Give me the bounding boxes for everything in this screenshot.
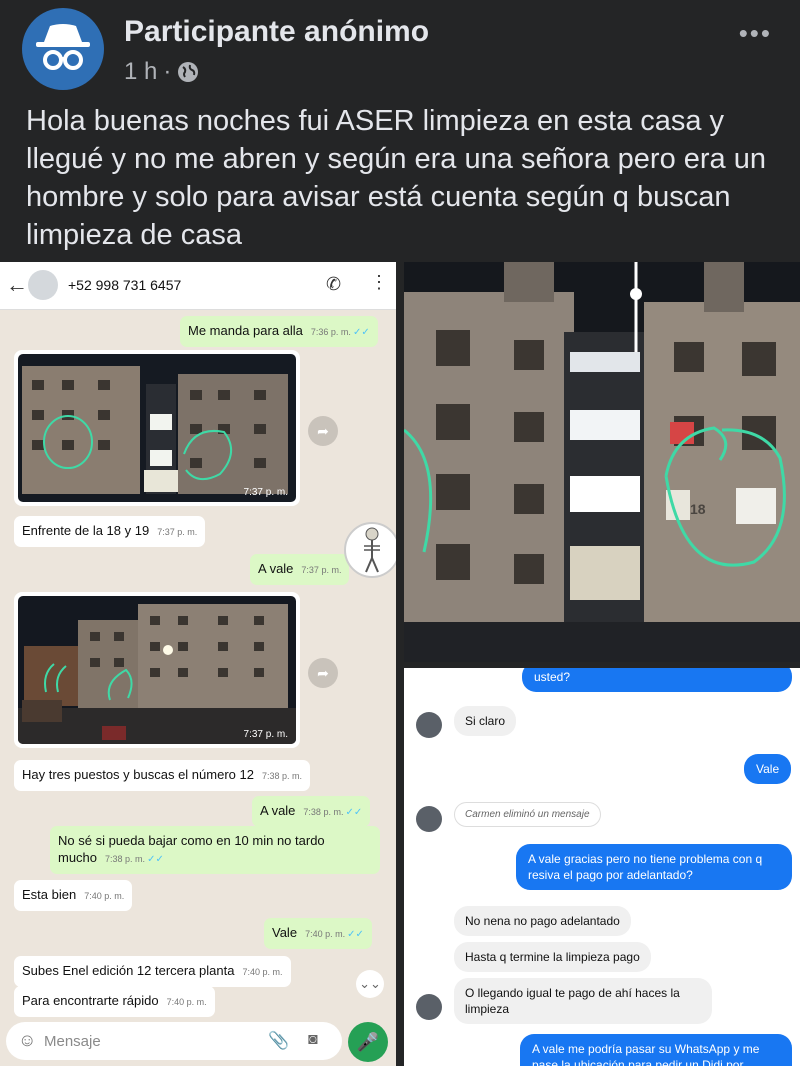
message-in: O llegando igual te pago de ahí haces la… [454,978,712,1024]
message-out: No sé si pueda bajar como en 10 min no t… [50,826,380,874]
scroll-down-icon[interactable]: ⌄⌄ [356,970,384,998]
read-ticks-icon: ✓✓ [147,854,164,865]
message-out: A vale me podría pasar su WhatsApp y me … [520,1034,792,1066]
attach-icon[interactable]: 📎 [268,1031,289,1051]
post-meta: 1 h · [124,58,199,86]
image-time: 7:37 p. m. [243,729,288,740]
post-text: Hola buenas noches fui ASER limpieza en … [26,105,766,251]
read-ticks-icon: ✓✓ [352,327,370,338]
meta-separator: · [163,58,172,85]
message-text: Me manda para alla [188,323,303,338]
whatsapp-screenshot: ← +52 998 731 6457 ✆ ⋮ Me manda para all… [0,262,396,1066]
post-author[interactable]: Participante anónimo [124,15,429,49]
deleted-message: Carmen eliminó un mensaje [454,802,601,827]
message-in: Si claro [454,706,517,736]
anonymous-avatar-icon[interactable] [22,8,104,90]
image-message[interactable]: 7:37 p. m. [14,350,300,506]
message-text: Esta bien [22,887,77,902]
message-in: Hay tres puestos y buscas el número 12 7:… [14,760,310,791]
message-time: 7:37 p. m. [301,565,342,575]
building-number: 18 [690,501,706,517]
messenger-screenshot: usted? Si claro Vale Carmen eliminó un m… [404,668,800,1066]
message-text: Enfrente de la 18 y 19 [22,523,150,538]
read-ticks-icon: ✓✓ [345,807,363,818]
camera-icon[interactable]: ◙ [308,1031,318,1049]
building-photo: 7:37 p. m. [18,354,296,502]
message-out: Me manda para alla 7:36 p. m. ✓✓ [180,316,378,347]
message-text: Hay tres puestos y buscas el número 12 [22,767,254,782]
message-input[interactable]: ☺ Mensaje 📎 ◙ [6,1022,342,1060]
message-time: 7:36 p. m. [310,327,351,337]
message-out: A vale gracias pero no tiene problema co… [516,844,792,890]
message-in: Subes Enel edición 12 tercera planta 7:40… [14,956,291,987]
mic-icon[interactable]: 🎤 [348,1022,388,1062]
message-in: Enfrente de la 18 y 19 7:37 p. m. [14,516,206,547]
message-time: 7:38 p. m. [303,807,344,817]
contact-phone[interactable]: +52 998 731 6457 [68,277,181,293]
message-out: A vale 7:37 p. m. [250,554,350,585]
building-night-photo: 18 [404,262,800,662]
globe-icon [177,61,199,83]
whatsapp-header: ← +52 998 731 6457 ✆ ⋮ [0,262,396,310]
message-in: No nena no pago adelantado [454,906,631,936]
forward-icon[interactable]: ➦ [308,416,338,446]
add-call-icon[interactable]: ✆ [326,274,341,295]
skeleton-sticker [344,522,396,578]
message-in: Hasta q termine la limpieza pago [454,942,651,972]
message-out: Vale [744,754,792,784]
message-time: 7:40 p. m. [166,997,207,1007]
emoji-icon[interactable]: ☺ [18,1030,36,1051]
contact-avatar [416,712,442,738]
message-text: Subes Enel edición 12 tercera planta [22,963,235,978]
back-arrow-icon[interactable]: ← [6,272,28,298]
more-options-icon[interactable]: ••• [739,18,772,49]
message-placeholder: Mensaje [44,1033,101,1050]
message-text: Para encontrarte rápido [22,993,159,1008]
message-out: usted? [522,668,792,692]
message-text: Vale [272,925,298,940]
read-ticks-icon: ✓✓ [347,929,364,940]
contact-avatar[interactable] [28,270,58,300]
forward-icon[interactable]: ➦ [308,658,338,688]
message-text: A vale [260,803,296,818]
post-time[interactable]: 1 h [124,58,157,86]
contact-avatar [416,806,442,832]
post-header: Participante anónimo 1 h · ••• [0,0,800,100]
image-time: 7:37 p. m. [243,487,288,498]
message-time: 7:40 p. m. [242,967,283,977]
message-text: No sé si pueda bajar como en 10 min no t… [58,833,325,865]
image-message[interactable]: 7:37 p. m. [14,592,300,748]
message-time: 7:40 p. m. [84,891,125,901]
message-out: A vale 7:38 p. m. ✓✓ [252,796,371,827]
message-in: Para encontrarte rápido 7:40 p. m. [14,986,215,1017]
message-out: Vale 7:40 p. m. ✓✓ [264,918,372,949]
street-photo: 7:37 p. m. [18,596,296,744]
message-input-bar: ☺ Mensaje 📎 ◙ 🎤 [0,1016,396,1066]
contact-avatar [416,994,442,1020]
message-time: 7:37 p. m. [157,527,198,537]
menu-icon[interactable]: ⋮ [370,272,388,293]
message-time: 7:40 p. m. [305,929,346,939]
message-in: Esta bien 7:40 p. m. [14,880,133,911]
message-text: A vale [258,561,294,576]
message-time: 7:38 p. m. [261,771,302,781]
message-time: 7:38 p. m. [105,854,146,864]
